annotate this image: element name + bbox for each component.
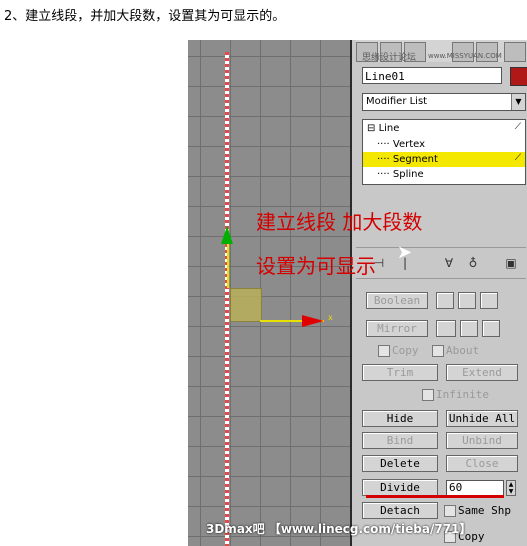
divide-button[interactable]: Divide: [362, 479, 438, 496]
make-unique-icon[interactable]: ∀: [440, 254, 458, 272]
object-name-field[interactable]: Line01: [362, 67, 502, 84]
close-button[interactable]: Close: [446, 455, 518, 472]
watermark: 思缘设计论坛: [362, 53, 417, 63]
annotation-underline: [366, 495, 504, 498]
stack-item-vertex[interactable]: ···· Vertex: [377, 137, 425, 152]
pencil-icon-segment: ⟋: [514, 153, 521, 163]
stack-toolbar: ⊣ | ∀ ♁ ▣: [356, 247, 526, 279]
gizmo-x-label: x: [328, 313, 333, 322]
infinite-bounds-checkbox[interactable]: Infinite: [422, 388, 489, 401]
extend-button[interactable]: Extend: [446, 364, 518, 381]
divide-count-spinner[interactable]: ▲ ▼: [506, 480, 516, 496]
same-shape-checkbox[interactable]: Same Shp: [444, 504, 511, 517]
gizmo-x-arrow[interactable]: [302, 315, 324, 327]
mirror-vertical-icon[interactable]: [460, 320, 478, 337]
intersect-icon[interactable]: [480, 292, 498, 309]
remove-modifier-icon[interactable]: ♁: [464, 254, 482, 272]
delete-button[interactable]: Delete: [362, 455, 438, 472]
gizmo-xy-plane[interactable]: [230, 288, 262, 322]
mirror-both-icon[interactable]: [482, 320, 500, 337]
annotation-line2: 设置为可显示: [256, 254, 376, 278]
mouse-cursor-icon: ➤: [397, 242, 413, 263]
mirror-horizontal-icon[interactable]: [436, 320, 456, 337]
bind-button[interactable]: Bind: [362, 432, 438, 449]
footer-watermark: 3Dmax吧 【www.linecg.com/tieba/771】: [206, 522, 472, 536]
subtract-icon[interactable]: [458, 292, 476, 309]
modifier-list-label: Modifier List: [366, 96, 428, 107]
stack-item-line[interactable]: ⊟ Line: [367, 121, 399, 136]
union-icon[interactable]: [436, 292, 454, 309]
object-color-swatch[interactable]: [510, 67, 527, 86]
chevron-down-icon[interactable]: ▼: [511, 94, 525, 110]
copy-checkbox[interactable]: Copy: [378, 344, 419, 357]
unbind-button[interactable]: Unbind: [446, 432, 518, 449]
detach-button[interactable]: Detach: [362, 502, 438, 519]
stack-item-spline[interactable]: ···· Spline: [377, 167, 424, 182]
gizmo-y-arrow[interactable]: [221, 226, 233, 244]
trim-button[interactable]: Trim: [362, 364, 438, 381]
utilities-tab-icon[interactable]: [504, 42, 526, 62]
step-caption: 2、建立线段，并加大段数，设置其为可显示的。: [4, 9, 286, 24]
annotation-line1: 建立线段 加大段数: [256, 210, 423, 234]
pencil-icon: ⟋: [514, 122, 521, 132]
modifier-list-dropdown[interactable]: Modifier List ▼: [362, 93, 526, 111]
stack-item-segment[interactable]: ···· Segment: [377, 152, 438, 167]
divide-count-input[interactable]: 60: [446, 480, 504, 496]
mirror-button[interactable]: Mirror: [366, 320, 428, 337]
configure-sets-icon[interactable]: ▣: [502, 254, 520, 272]
panel-tabs: 思缘设计论坛 www.MISSYUAN.COM: [356, 40, 527, 63]
line-spline[interactable]: [225, 52, 229, 546]
hide-button[interactable]: Hide: [362, 410, 438, 427]
boolean-button[interactable]: Boolean: [366, 292, 428, 309]
viewport[interactable]: x: [188, 40, 350, 546]
modifier-stack[interactable]: ⊟ Line ⟋ ···· Vertex ···· Segment ⟋ ····…: [362, 119, 526, 185]
watermark-url: www.MISSYUAN.COM: [428, 52, 502, 60]
about-pivot-checkbox[interactable]: About: [432, 344, 479, 357]
unhide-all-button[interactable]: Unhide All: [446, 410, 518, 427]
